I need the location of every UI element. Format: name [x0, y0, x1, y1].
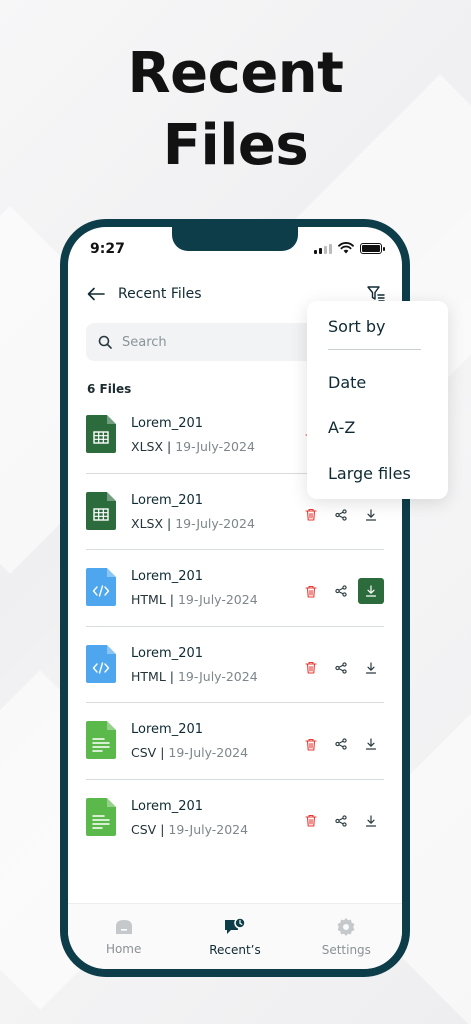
share-icon[interactable] — [328, 808, 354, 834]
sort-option-date[interactable]: Date — [328, 373, 366, 392]
cellular-signal-icon — [314, 243, 332, 254]
file-meta: CSV | 19-July-2024 — [131, 745, 248, 760]
sort-menu-title: Sort by — [328, 317, 386, 336]
file-date: 19-July-2024 — [177, 668, 258, 684]
file-type: CSV — [131, 745, 157, 760]
csv-file-icon — [86, 721, 116, 759]
promo-headline: Recent Files — [0, 38, 471, 182]
sort-dropdown-menu: Sort by Date A-Z Large files — [307, 301, 448, 499]
sort-option-a-z[interactable]: A-Z — [328, 418, 355, 437]
code-file-icon — [86, 568, 116, 606]
headline-line-2: Files — [162, 113, 309, 178]
delete-icon[interactable] — [298, 731, 324, 757]
spreadsheet-icon — [86, 491, 116, 530]
nav-item-home[interactable]: Home — [79, 918, 169, 956]
file-type: CSV — [131, 821, 157, 837]
file-meta: XLSX | 19-July-2024 — [131, 516, 255, 531]
meta-separator: | — [165, 592, 178, 607]
search-bar[interactable]: Search — [86, 323, 326, 361]
csv-file-icon — [86, 797, 116, 836]
file-type: HTML — [131, 668, 166, 684]
meta-separator: | — [156, 821, 169, 837]
file-meta: CSV | 19-July-2024 — [131, 822, 248, 837]
file-date: 19-July-2024 — [168, 745, 249, 760]
file-type: XLSX — [131, 515, 164, 531]
nav-label-home: Home — [105, 941, 142, 956]
file-row[interactable]: Lorem_201 CSV | 19-July-2024 — [86, 780, 384, 857]
share-icon[interactable] — [328, 655, 354, 681]
status-time: 9:27 — [90, 241, 125, 257]
delete-icon[interactable] — [298, 502, 324, 528]
delete-icon[interactable] — [298, 578, 324, 604]
file-name: Lorem_201 — [131, 569, 204, 584]
code-file-icon — [86, 644, 116, 683]
status-icons — [314, 242, 385, 254]
battery-icon — [360, 242, 385, 254]
sort-menu-divider — [328, 349, 421, 350]
recent-icon — [224, 916, 246, 934]
file-type: XLSX — [131, 439, 164, 454]
download-icon[interactable] — [358, 502, 384, 528]
file-meta: HTML | 19-July-2024 — [131, 669, 258, 684]
file-date: 19-July-2024 — [175, 515, 255, 531]
search-icon — [98, 335, 112, 349]
nav-label-recents: Recent’s — [209, 942, 261, 957]
file-name: Lorem_201 — [131, 722, 204, 737]
file-name: Lorem_201 — [131, 416, 204, 431]
home-icon — [115, 919, 132, 934]
file-date: 19-July-2024 — [177, 592, 258, 607]
delete-icon[interactable] — [298, 655, 324, 681]
share-icon[interactable] — [328, 731, 354, 757]
file-meta: HTML | 19-July-2024 — [131, 592, 258, 607]
wifi-icon — [338, 242, 354, 254]
bottom-navigation: Home Recent’s Settings — [68, 903, 402, 969]
file-type: HTML — [131, 592, 166, 607]
spreadsheet-icon — [86, 415, 116, 453]
back-arrow-icon[interactable] — [86, 284, 106, 304]
share-icon[interactable] — [328, 502, 354, 528]
nav-item-settings[interactable]: Settings — [301, 917, 391, 957]
file-row[interactable]: Lorem_201 CSV | 19-July-2024 — [86, 703, 384, 780]
gear-icon — [337, 917, 355, 936]
nav-label-settings: Settings — [321, 942, 371, 957]
download-icon[interactable] — [358, 731, 384, 757]
file-actions — [294, 502, 384, 528]
meta-separator: | — [163, 515, 176, 531]
headline-line-1: Recent — [127, 41, 344, 106]
meta-separator: | — [156, 745, 169, 760]
meta-separator: | — [163, 439, 176, 454]
delete-icon[interactable] — [298, 808, 324, 834]
file-actions — [294, 808, 384, 834]
meta-separator: | — [165, 668, 178, 684]
download-icon[interactable] — [358, 655, 384, 681]
download-icon[interactable] — [358, 808, 384, 834]
file-actions — [294, 655, 384, 681]
file-row[interactable]: Lorem_201 HTML | 19-July-2024 — [86, 550, 384, 627]
download-icon[interactable] — [358, 578, 384, 604]
file-actions — [294, 731, 384, 757]
search-input[interactable]: Search — [122, 335, 167, 350]
file-name: Lorem_201 — [131, 798, 204, 814]
file-row[interactable]: Lorem_201 HTML | 19-July-2024 — [86, 627, 384, 703]
nav-item-recents[interactable]: Recent’s — [190, 916, 280, 957]
page-title: Recent Files — [118, 286, 202, 302]
share-icon[interactable] — [328, 578, 354, 604]
phone-notch — [172, 227, 298, 251]
file-meta: XLSX | 19-July-2024 — [131, 439, 255, 454]
file-date: 19-July-2024 — [168, 821, 249, 837]
file-name: Lorem_201 — [131, 645, 204, 661]
files-count: 6 Files — [87, 382, 132, 396]
file-name: Lorem_201 — [131, 492, 204, 508]
file-date: 19-July-2024 — [175, 439, 255, 454]
file-actions — [294, 578, 384, 604]
sort-option-large-files[interactable]: Large files — [328, 464, 411, 483]
